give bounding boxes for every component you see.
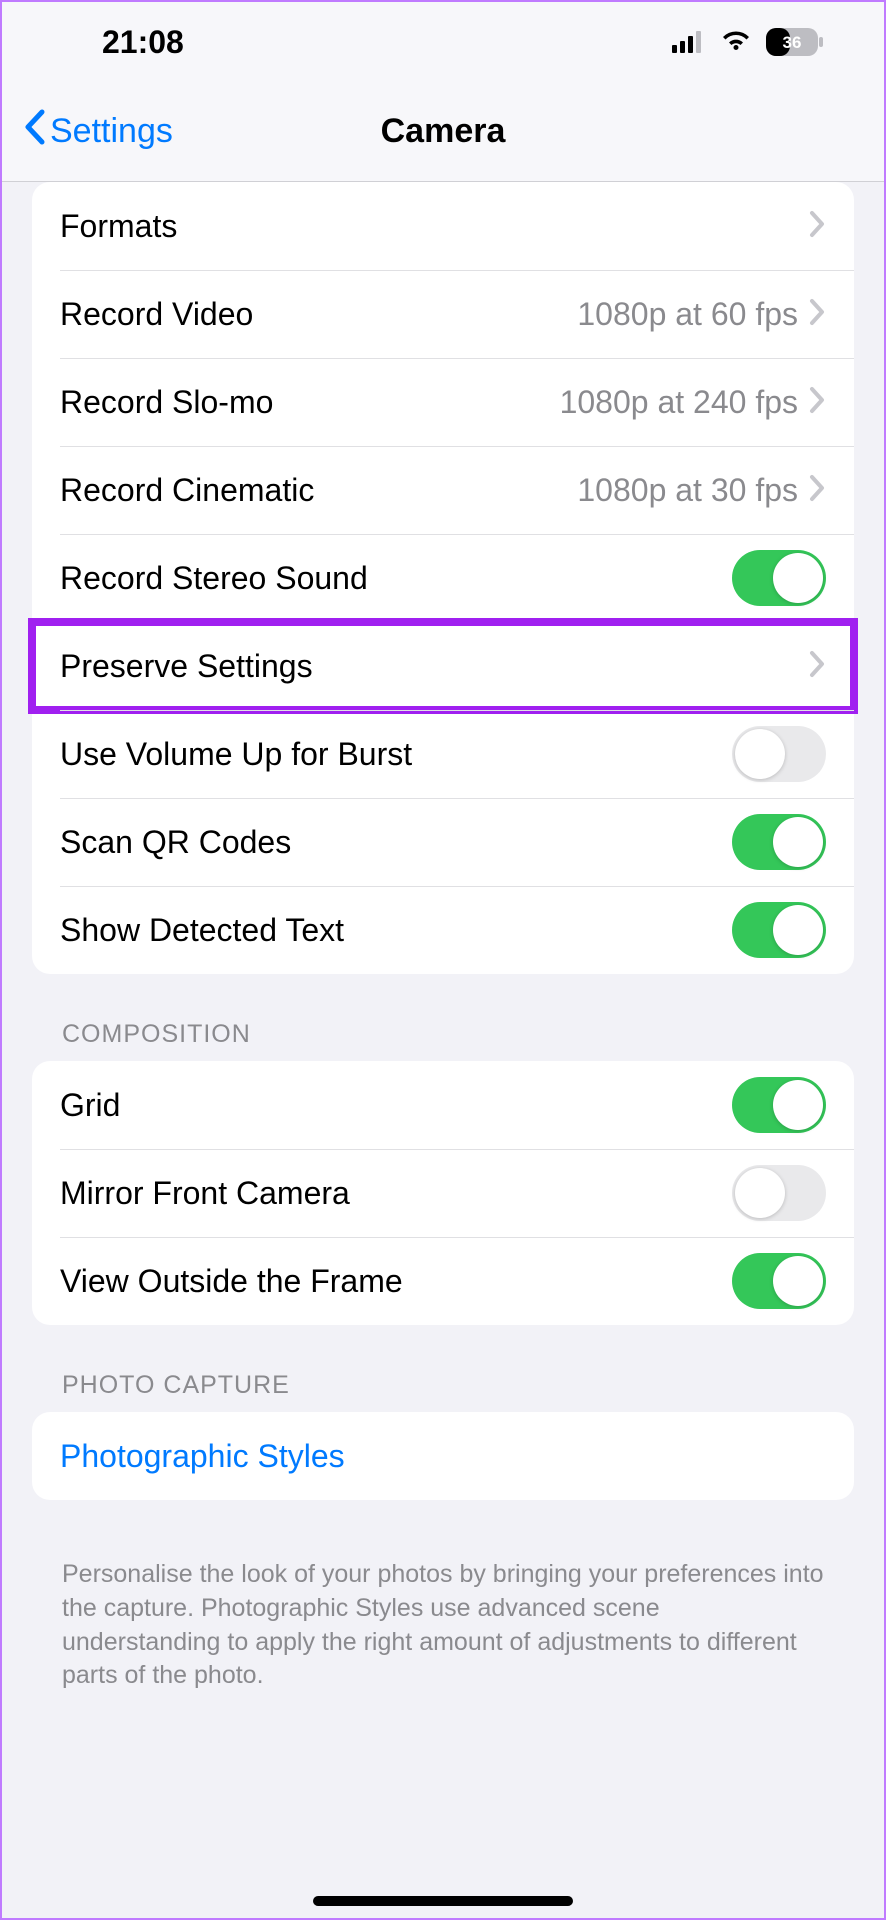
row-label: Preserve Settings: [60, 648, 808, 685]
nav-bar: Settings Camera: [2, 82, 884, 182]
settings-row[interactable]: Mirror Front Camera: [32, 1149, 854, 1237]
settings-row[interactable]: View Outside the Frame: [32, 1237, 854, 1325]
row-label: Scan QR Codes: [60, 824, 732, 861]
row-value: 1080p at 60 fps: [577, 296, 798, 333]
chevron-right-icon: [808, 209, 826, 244]
section-header: COMPOSITION: [2, 1020, 884, 1061]
section-footer: Personalise the look of your photos by b…: [2, 1546, 884, 1693]
toggle-switch[interactable]: [732, 1165, 826, 1221]
settings-row[interactable]: Formats: [32, 182, 854, 270]
settings-row[interactable]: Record Slo-mo1080p at 240 fps: [32, 358, 854, 446]
row-label: Grid: [60, 1087, 732, 1124]
settings-row[interactable]: Photographic Styles: [32, 1412, 854, 1500]
row-label: Record Cinematic: [60, 472, 577, 509]
chevron-right-icon: [808, 385, 826, 420]
row-value: 1080p at 30 fps: [577, 472, 798, 509]
row-label: Show Detected Text: [60, 912, 732, 949]
row-label: Record Video: [60, 296, 577, 333]
battery-icon: 36: [766, 28, 824, 56]
row-label: View Outside the Frame: [60, 1263, 732, 1300]
section-header: PHOTO CAPTURE: [2, 1371, 884, 1412]
back-button[interactable]: Settings: [22, 108, 173, 155]
toggle-switch[interactable]: [732, 1253, 826, 1309]
back-label: Settings: [50, 112, 173, 151]
status-right: 36: [672, 24, 824, 61]
settings-row[interactable]: Scan QR Codes: [32, 798, 854, 886]
settings-row[interactable]: Record Video1080p at 60 fps: [32, 270, 854, 358]
row-label: Record Stereo Sound: [60, 560, 732, 597]
row-value: 1080p at 240 fps: [560, 384, 798, 421]
chevron-left-icon: [22, 108, 46, 155]
row-label: Photographic Styles: [60, 1438, 826, 1475]
status-time: 21:08: [102, 24, 184, 61]
toggle-switch[interactable]: [732, 726, 826, 782]
settings-row[interactable]: Show Detected Text: [32, 886, 854, 974]
row-label: Record Slo-mo: [60, 384, 560, 421]
settings-section: Grid Mirror Front Camera View Outside the …: [32, 1061, 854, 1325]
chevron-right-icon: [808, 473, 826, 508]
toggle-switch[interactable]: [732, 1077, 826, 1133]
row-label: Mirror Front Camera: [60, 1175, 732, 1212]
chevron-right-icon: [808, 297, 826, 332]
settings-row[interactable]: Record Cinematic1080p at 30 fps: [32, 446, 854, 534]
settings-row[interactable]: Use Volume Up for Burst: [32, 710, 854, 798]
settings-row[interactable]: Preserve Settings: [32, 622, 854, 710]
row-label: Formats: [60, 208, 808, 245]
svg-text:36: 36: [783, 33, 802, 52]
status-bar: 21:08 36: [2, 2, 884, 82]
toggle-switch[interactable]: [732, 814, 826, 870]
settings-row[interactable]: Grid: [32, 1061, 854, 1149]
toggle-switch[interactable]: [732, 902, 826, 958]
settings-row[interactable]: Record Stereo Sound: [32, 534, 854, 622]
settings-section: Photographic Styles: [32, 1412, 854, 1500]
settings-section: FormatsRecord Video1080p at 60 fpsRecord…: [32, 182, 854, 974]
wifi-icon: [720, 24, 752, 61]
cellular-icon: [672, 24, 706, 61]
home-indicator: [313, 1896, 573, 1906]
toggle-switch[interactable]: [732, 550, 826, 606]
chevron-right-icon: [808, 649, 826, 684]
row-label: Use Volume Up for Burst: [60, 736, 732, 773]
